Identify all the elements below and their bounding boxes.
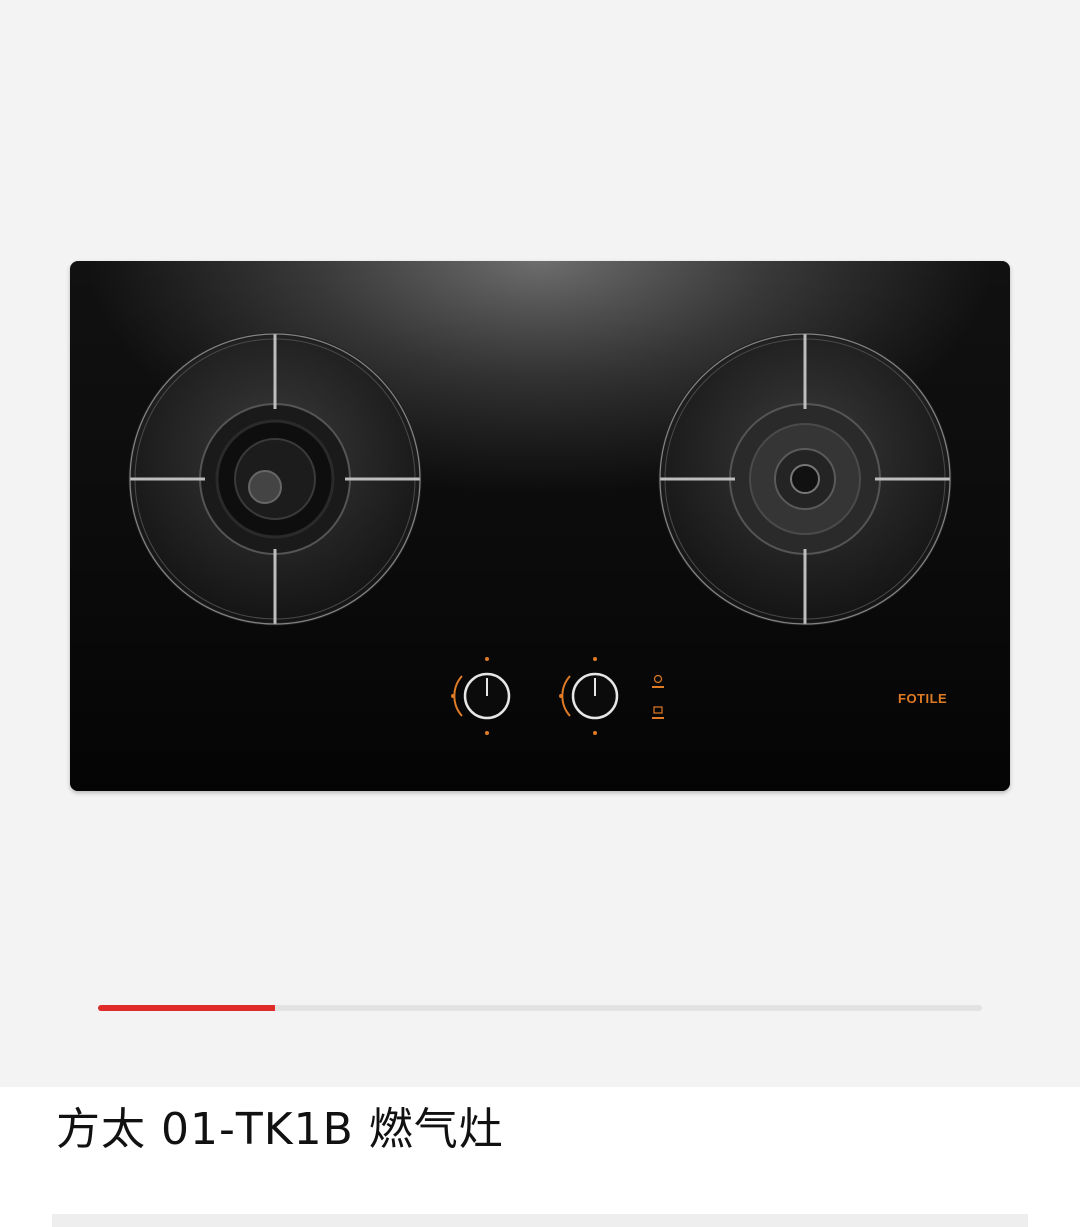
product-image: FOTILE bbox=[70, 261, 1010, 791]
section-divider bbox=[52, 1214, 1028, 1227]
knob-right-icon bbox=[559, 657, 619, 735]
flame-indicator-icon bbox=[652, 674, 664, 688]
burner-left-icon bbox=[125, 329, 425, 629]
knob-left-icon bbox=[451, 657, 511, 735]
product-image-gallery[interactable]: FOTILE bbox=[0, 0, 1080, 1087]
gallery-progress-fill bbox=[98, 1005, 275, 1011]
burner-right-icon bbox=[655, 329, 955, 629]
gallery-progress-bar bbox=[98, 1005, 982, 1011]
timer-indicator-icon bbox=[652, 706, 664, 719]
brand-logo: FOTILE bbox=[898, 691, 948, 706]
control-panel bbox=[440, 651, 680, 741]
product-title: 方太 01-TK1B 燃气灶 bbox=[56, 1104, 504, 1155]
